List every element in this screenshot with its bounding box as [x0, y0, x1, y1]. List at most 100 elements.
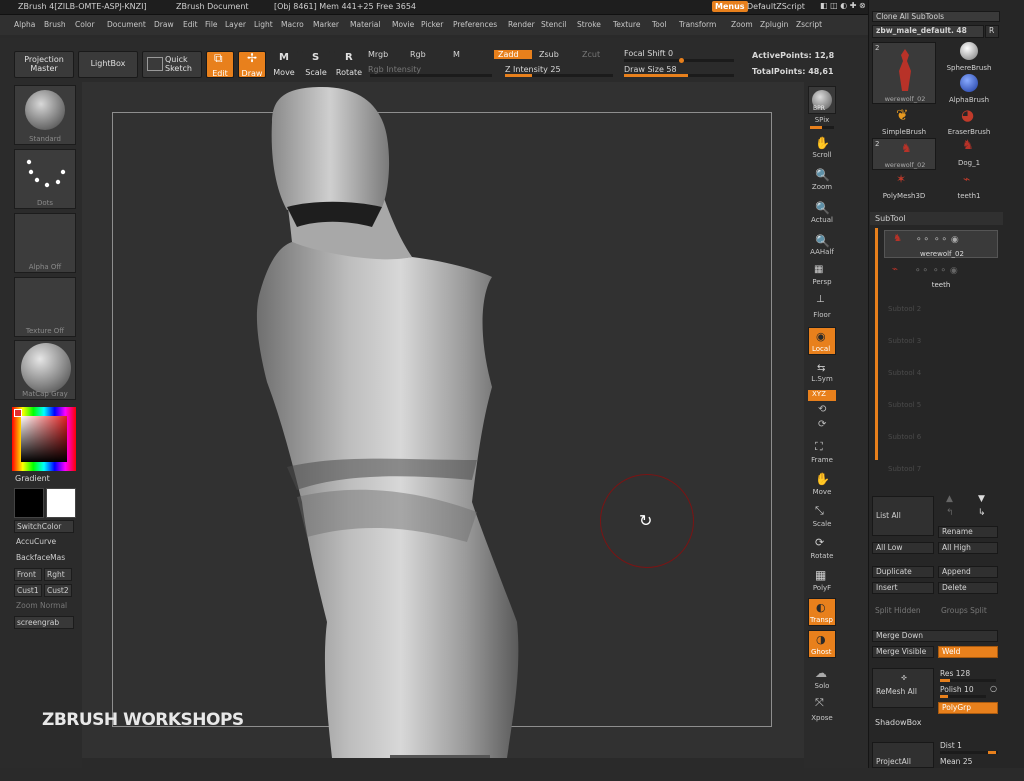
document-canvas[interactable]: ↻ — [82, 82, 804, 758]
stroke-picker[interactable]: Dots — [14, 149, 76, 209]
tool-dog[interactable]: ♞ Dog_1 — [944, 138, 994, 170]
menu-draw[interactable]: Draw — [154, 20, 174, 29]
subtool-item-teeth[interactable]: ⌁ ⚬⚬ ⚬⚬ ◉ teeth — [884, 262, 998, 290]
res-track[interactable] — [940, 679, 996, 682]
dist-slider[interactable]: Dist 1 — [940, 741, 962, 750]
subtool-teeth-toggles[interactable]: ⚬⚬ ⚬⚬ ◉ — [914, 266, 958, 276]
scale-view-button[interactable]: ⤡ — [808, 502, 836, 522]
backface-mask-button[interactable]: BackfaceMas — [14, 552, 76, 565]
sculpt-model[interactable] — [82, 82, 804, 758]
subtool-scrollbar[interactable] — [875, 228, 878, 460]
duplicate-button[interactable]: Duplicate — [872, 566, 934, 578]
ghost-button[interactable]: ◑ Ghost — [808, 630, 836, 658]
brush-picker[interactable]: Standard — [14, 85, 76, 145]
menu-file[interactable]: File — [205, 20, 218, 29]
material-picker[interactable]: MatCap Gray — [14, 340, 76, 400]
delete-button[interactable]: Delete — [938, 582, 998, 594]
front-button[interactable]: Front — [14, 568, 42, 581]
polygrp-toggle[interactable]: PolyGrp — [938, 702, 998, 714]
arrow-left-icon[interactable]: ↰ — [946, 508, 954, 518]
focal-shift-track[interactable] — [624, 58, 734, 63]
zcut-button[interactable]: Zcut — [582, 50, 600, 59]
all-low-button[interactable]: All Low — [872, 542, 934, 554]
local-button[interactable]: ◉ Local — [808, 327, 836, 355]
frame-button[interactable]: ⛶ — [808, 438, 836, 458]
tool-alphabrush[interactable]: AlphaBrush — [944, 74, 994, 104]
zoom-normal-button[interactable]: Zoom Normal — [14, 600, 74, 613]
move-view-button[interactable]: ✋ — [808, 470, 836, 490]
alpha-picker[interactable]: Alpha Off — [14, 213, 76, 273]
z-intensity-slider[interactable]: Z Intensity 25 — [505, 65, 561, 74]
project-all-button[interactable]: ProjectAll — [872, 742, 934, 768]
default-zscript-label[interactable]: DefaultZScript — [747, 2, 805, 11]
rgb-intensity-track[interactable] — [370, 74, 492, 77]
menu-alpha[interactable]: Alpha — [14, 20, 35, 29]
zsub-button[interactable]: Zsub — [539, 50, 559, 59]
draw-size-slider[interactable]: Draw Size 58 — [624, 65, 677, 74]
texture-picker[interactable]: Texture Off — [14, 277, 76, 337]
menus-button[interactable]: Menus — [712, 1, 748, 12]
rename-button[interactable]: Rename — [938, 526, 998, 538]
tool-thumb-werewolf-2[interactable]: 2 ♞ werewolf_02 — [872, 138, 936, 170]
draw-size-track[interactable] — [624, 74, 734, 77]
rotation-z-icon[interactable]: ⟳ — [818, 419, 826, 430]
spix-slider[interactable]: SPix — [804, 116, 840, 124]
clone-all-subtools-button[interactable]: Clone All SubTools — [872, 11, 1000, 22]
menu-document[interactable]: Document — [107, 20, 146, 29]
xpose-button[interactable]: ⤧ — [808, 696, 836, 714]
menu-texture[interactable]: Texture — [613, 20, 640, 29]
menu-render[interactable]: Render — [508, 20, 535, 29]
subtool-header[interactable]: SubTool — [870, 212, 1003, 225]
draw-button[interactable]: ✢ Draw — [238, 51, 266, 78]
list-all-button[interactable]: List All — [872, 496, 934, 536]
empty-subtool-slot[interactable]: Subtool 5 — [884, 401, 998, 413]
switchcolor-button[interactable]: SwitchColor — [14, 520, 74, 533]
rotate-button[interactable]: R Rotate — [334, 51, 364, 78]
rotation-y-icon[interactable]: ⟲ — [818, 404, 826, 415]
dist-track[interactable] — [940, 751, 998, 754]
m-button[interactable]: M — [453, 50, 460, 59]
tool-simplebrush[interactable]: ❦ SimpleBrush — [878, 106, 930, 136]
subtool-arrows[interactable]: ▲ ▼ ↰ ↳ — [938, 494, 998, 524]
right-button[interactable]: Rght — [44, 568, 72, 581]
subtool-item-werewolf[interactable]: ♞ ⚬⚬ ⚬⚬ ◉ werewolf_02 — [884, 230, 998, 258]
secondary-color-swatch[interactable] — [46, 488, 76, 518]
insert-button[interactable]: Insert — [872, 582, 934, 594]
rotate-view-button[interactable]: ⟳ — [808, 534, 836, 554]
shadowbox-button[interactable]: ShadowBox — [875, 718, 921, 727]
empty-subtool-slot[interactable]: Subtool 6 — [884, 433, 998, 445]
menu-zplugin[interactable]: Zplugin — [760, 20, 788, 29]
scale-button[interactable]: S Scale — [302, 51, 330, 78]
z-intensity-track[interactable] — [505, 74, 613, 77]
subtool-toggle-icons[interactable]: ⚬⚬ ⚬⚬ ◉ — [915, 235, 959, 245]
lightbox-button[interactable]: LightBox — [78, 51, 138, 78]
xyz-button[interactable]: XYZ — [808, 390, 836, 401]
accucurve-button[interactable]: AccuCurve — [14, 536, 74, 549]
tool-polymesh3d[interactable]: ✶ PolyMesh3D — [874, 172, 934, 202]
color-picker[interactable] — [12, 407, 76, 471]
projection-master-button[interactable]: Projection Master — [14, 51, 74, 78]
menu-light[interactable]: Light — [254, 20, 273, 29]
edit-button[interactable]: ⧉ Edit — [206, 51, 234, 78]
window-controls-icon[interactable]: ◧ ◫ ◐ ✚ ⊗ ⊘ — [820, 1, 875, 10]
spix-track[interactable] — [810, 126, 834, 129]
tool-eraserbrush[interactable]: ◕ EraserBrush — [944, 106, 994, 136]
screengrab-button[interactable]: screengrab — [14, 616, 74, 629]
menu-picker[interactable]: Picker — [421, 20, 443, 29]
polish-track[interactable] — [940, 695, 986, 698]
rgb-intensity-slider[interactable]: Rgb Intensity — [368, 65, 421, 74]
menu-tool[interactable]: Tool — [652, 20, 667, 29]
menu-layer[interactable]: Layer — [225, 20, 246, 29]
remesh-all-button[interactable]: ✜ ReMesh All — [872, 668, 934, 708]
arrow-up-icon[interactable]: ▲ — [946, 494, 953, 504]
groups-split-button[interactable]: Groups Split — [938, 606, 998, 618]
tool-r-button[interactable]: R — [985, 25, 999, 38]
menu-zscript[interactable]: Zscript — [796, 20, 822, 29]
cust1-button[interactable]: Cust1 — [14, 584, 42, 597]
menu-stroke[interactable]: Stroke — [577, 20, 601, 29]
res-slider[interactable]: Res 128 — [940, 669, 970, 678]
empty-subtool-slot[interactable]: Subtool 2 — [884, 305, 998, 317]
menu-color[interactable]: Color — [75, 20, 95, 29]
polish-toggle-icon[interactable]: ○ — [990, 684, 997, 693]
empty-subtool-slot[interactable]: Subtool 7 — [884, 465, 998, 477]
